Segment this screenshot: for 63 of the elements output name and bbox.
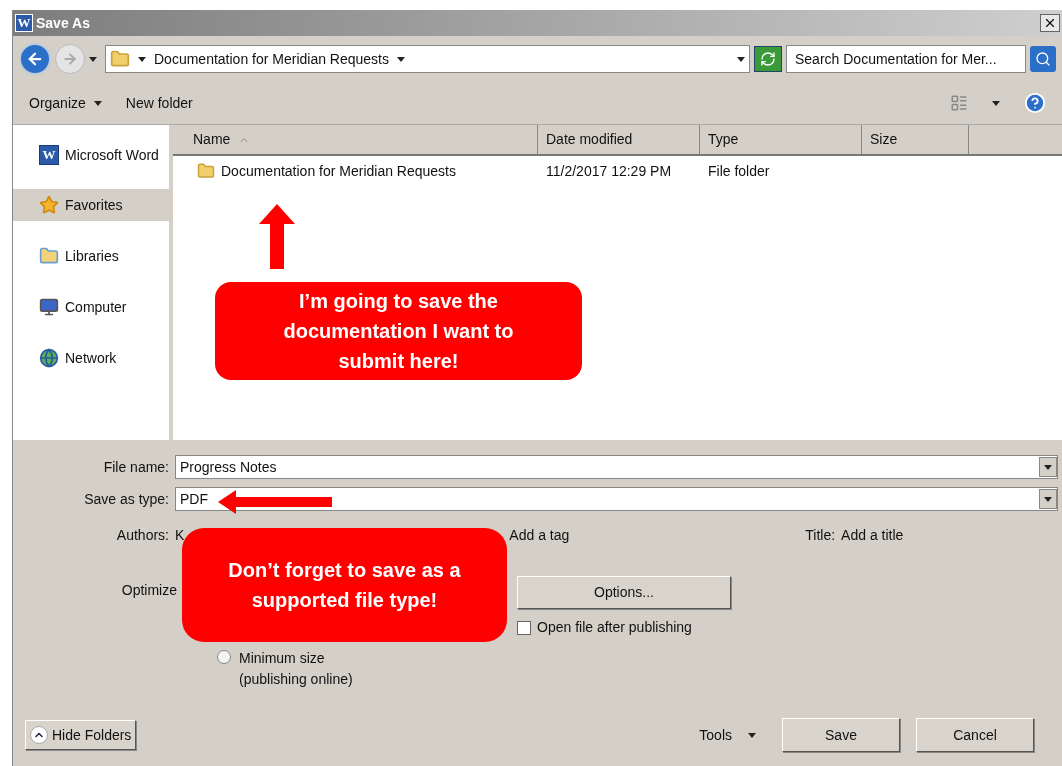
search-field[interactable]: Search Documentation for Mer... [786,45,1026,73]
file-name: Documentation for Meridian Requests [221,161,456,181]
cancel-button[interactable]: Cancel [916,718,1034,752]
save-button[interactable]: Save [782,718,900,752]
address-path: Documentation for Meridian Requests [154,49,389,69]
refresh-button[interactable] [754,46,782,72]
search-button[interactable] [1030,46,1056,72]
sidebar-item[interactable]: Favorites [13,189,169,221]
breadcrumb-caret-icon [397,56,405,62]
options-button[interactable]: Options... [517,576,731,609]
folder-icon [39,246,59,266]
file-type: File folder [707,161,771,181]
dropdown-caret-icon [1044,464,1052,470]
file-row[interactable]: Documentation for Meridian Requests 11/2/2017 12:29 PM File folder [173,156,1062,186]
authors-value[interactable]: K [175,524,185,546]
column-header[interactable]: Name [173,125,538,154]
file-type-dropdown[interactable]: PDF [175,487,1058,511]
search-icon [1035,51,1051,67]
checkbox[interactable] [517,620,531,635]
callout: I’m going to save the documentation I want to submit here! [215,282,582,380]
arrow-right-icon [62,51,78,67]
close-icon [1043,16,1057,30]
radio-label: Minimum size [239,649,326,668]
hide-folders-button[interactable]: Hide Folders [25,720,137,750]
breadcrumb-caret-icon [138,56,146,62]
tools-menu[interactable]: Tools [699,724,756,746]
view-caret-icon [992,100,1000,106]
title-label: Title: [805,525,836,545]
column-header[interactable]: Type [700,125,862,154]
globe-icon [39,348,59,368]
dropdown-caret-icon [1044,496,1052,502]
help-icon[interactable] [1024,92,1046,114]
close-button[interactable] [1040,14,1060,32]
window-title: Save As [36,13,90,33]
organize-menu[interactable]: Organize [29,92,102,114]
folder-icon [110,49,130,69]
address-dropdown-icon [737,56,745,62]
authors-label: Authors: [115,525,170,545]
word-logo: W [39,145,59,165]
checkbox-label: Open file after publishing [537,618,692,637]
address-bar[interactable]: Documentation for Meridian Requests [105,45,750,73]
file-date: 11/2/2017 12:29 PM [545,161,673,181]
title-value[interactable]: Add a title [841,524,904,546]
file-name-field[interactable]: Progress Notes [175,455,1058,479]
dropdown-caret-icon [748,732,756,738]
word-logo: W [15,14,33,32]
up-arrow [259,204,295,269]
field-label: Save as type: [83,489,170,509]
field-label: File name: [102,457,170,477]
radio-button[interactable] [217,650,231,664]
folder-icon [197,162,215,180]
dropdown-caret-icon [93,100,102,106]
column-header[interactable]: Date modified [538,125,700,154]
back-button[interactable] [19,43,51,75]
refresh-icon [760,51,776,67]
new-folder-button[interactable]: New folder [125,92,193,114]
tags-value[interactable]: Add a tag [509,524,570,546]
star-icon [39,195,59,215]
history-caret-icon [89,56,97,62]
column-header[interactable]: Size [862,125,969,154]
radio-sublabel: (publishing online) [239,670,353,689]
optimize-label: Optimize [121,581,177,600]
computer-icon [39,297,59,317]
